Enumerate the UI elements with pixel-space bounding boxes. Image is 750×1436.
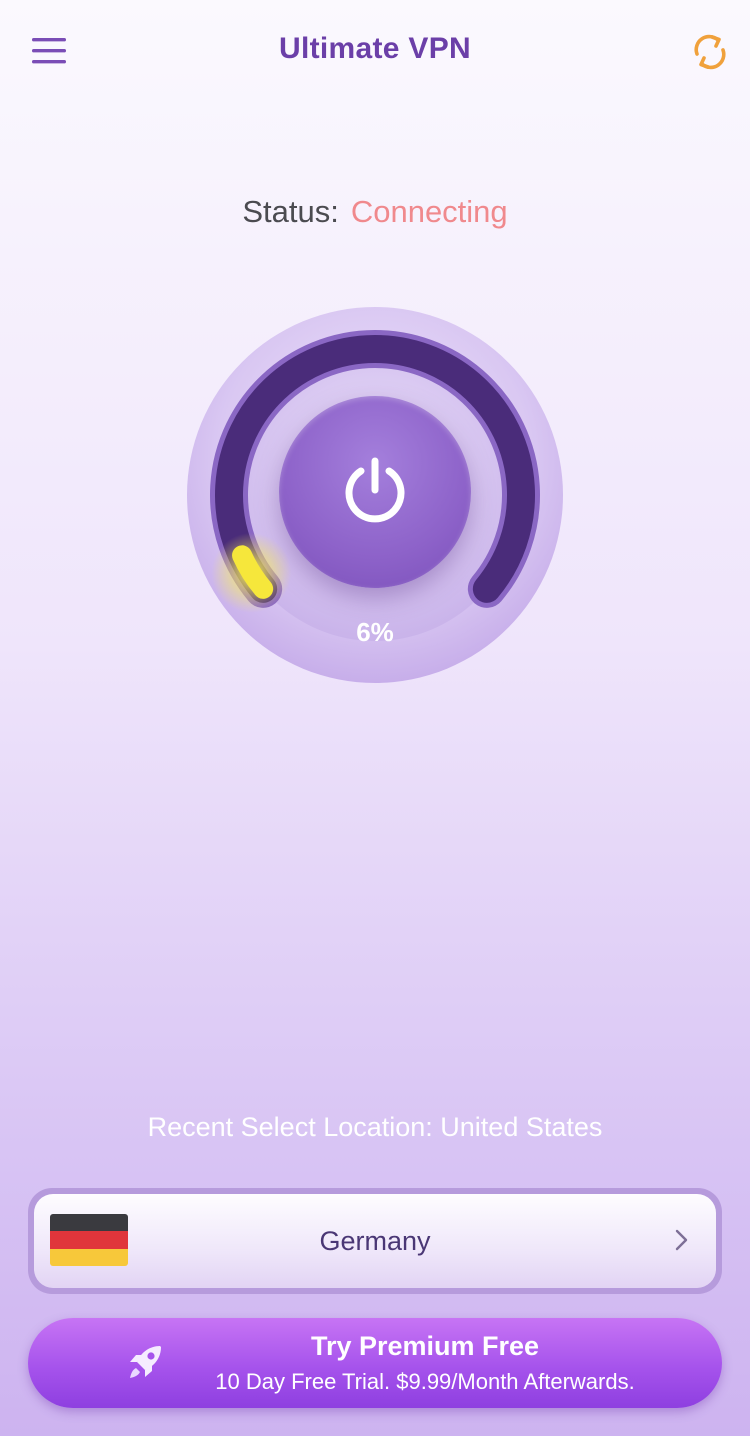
progress-percent: 6% [356,617,394,647]
location-selector[interactable]: Germany [28,1188,722,1294]
premium-title: Try Premium Free [310,1331,540,1361]
status-value: Connecting [350,194,508,229]
premium-subtitle: 10 Day Free Trial. $9.99/Month Afterward… [215,1369,635,1394]
recent-location-label: Recent Select Location: United States [147,1112,603,1142]
selected-country: Germany [319,1226,431,1256]
power-button[interactable] [279,396,471,588]
top-bar: Ultimate VPN [0,0,750,110]
status-row: Status: Connecting [0,194,750,230]
power-icon [345,457,405,523]
connection-dial: 6% [185,305,565,685]
refresh-icon[interactable] [688,30,732,74]
chevron-right-icon [675,1229,688,1251]
rocket-icon [130,1346,161,1378]
status-label: Status: [242,194,339,229]
location-selector-inner: Germany [34,1194,716,1288]
try-premium-button[interactable]: Try Premium Free 10 Day Free Trial. $9.9… [28,1318,722,1408]
app-title: Ultimate VPN [279,32,471,65]
